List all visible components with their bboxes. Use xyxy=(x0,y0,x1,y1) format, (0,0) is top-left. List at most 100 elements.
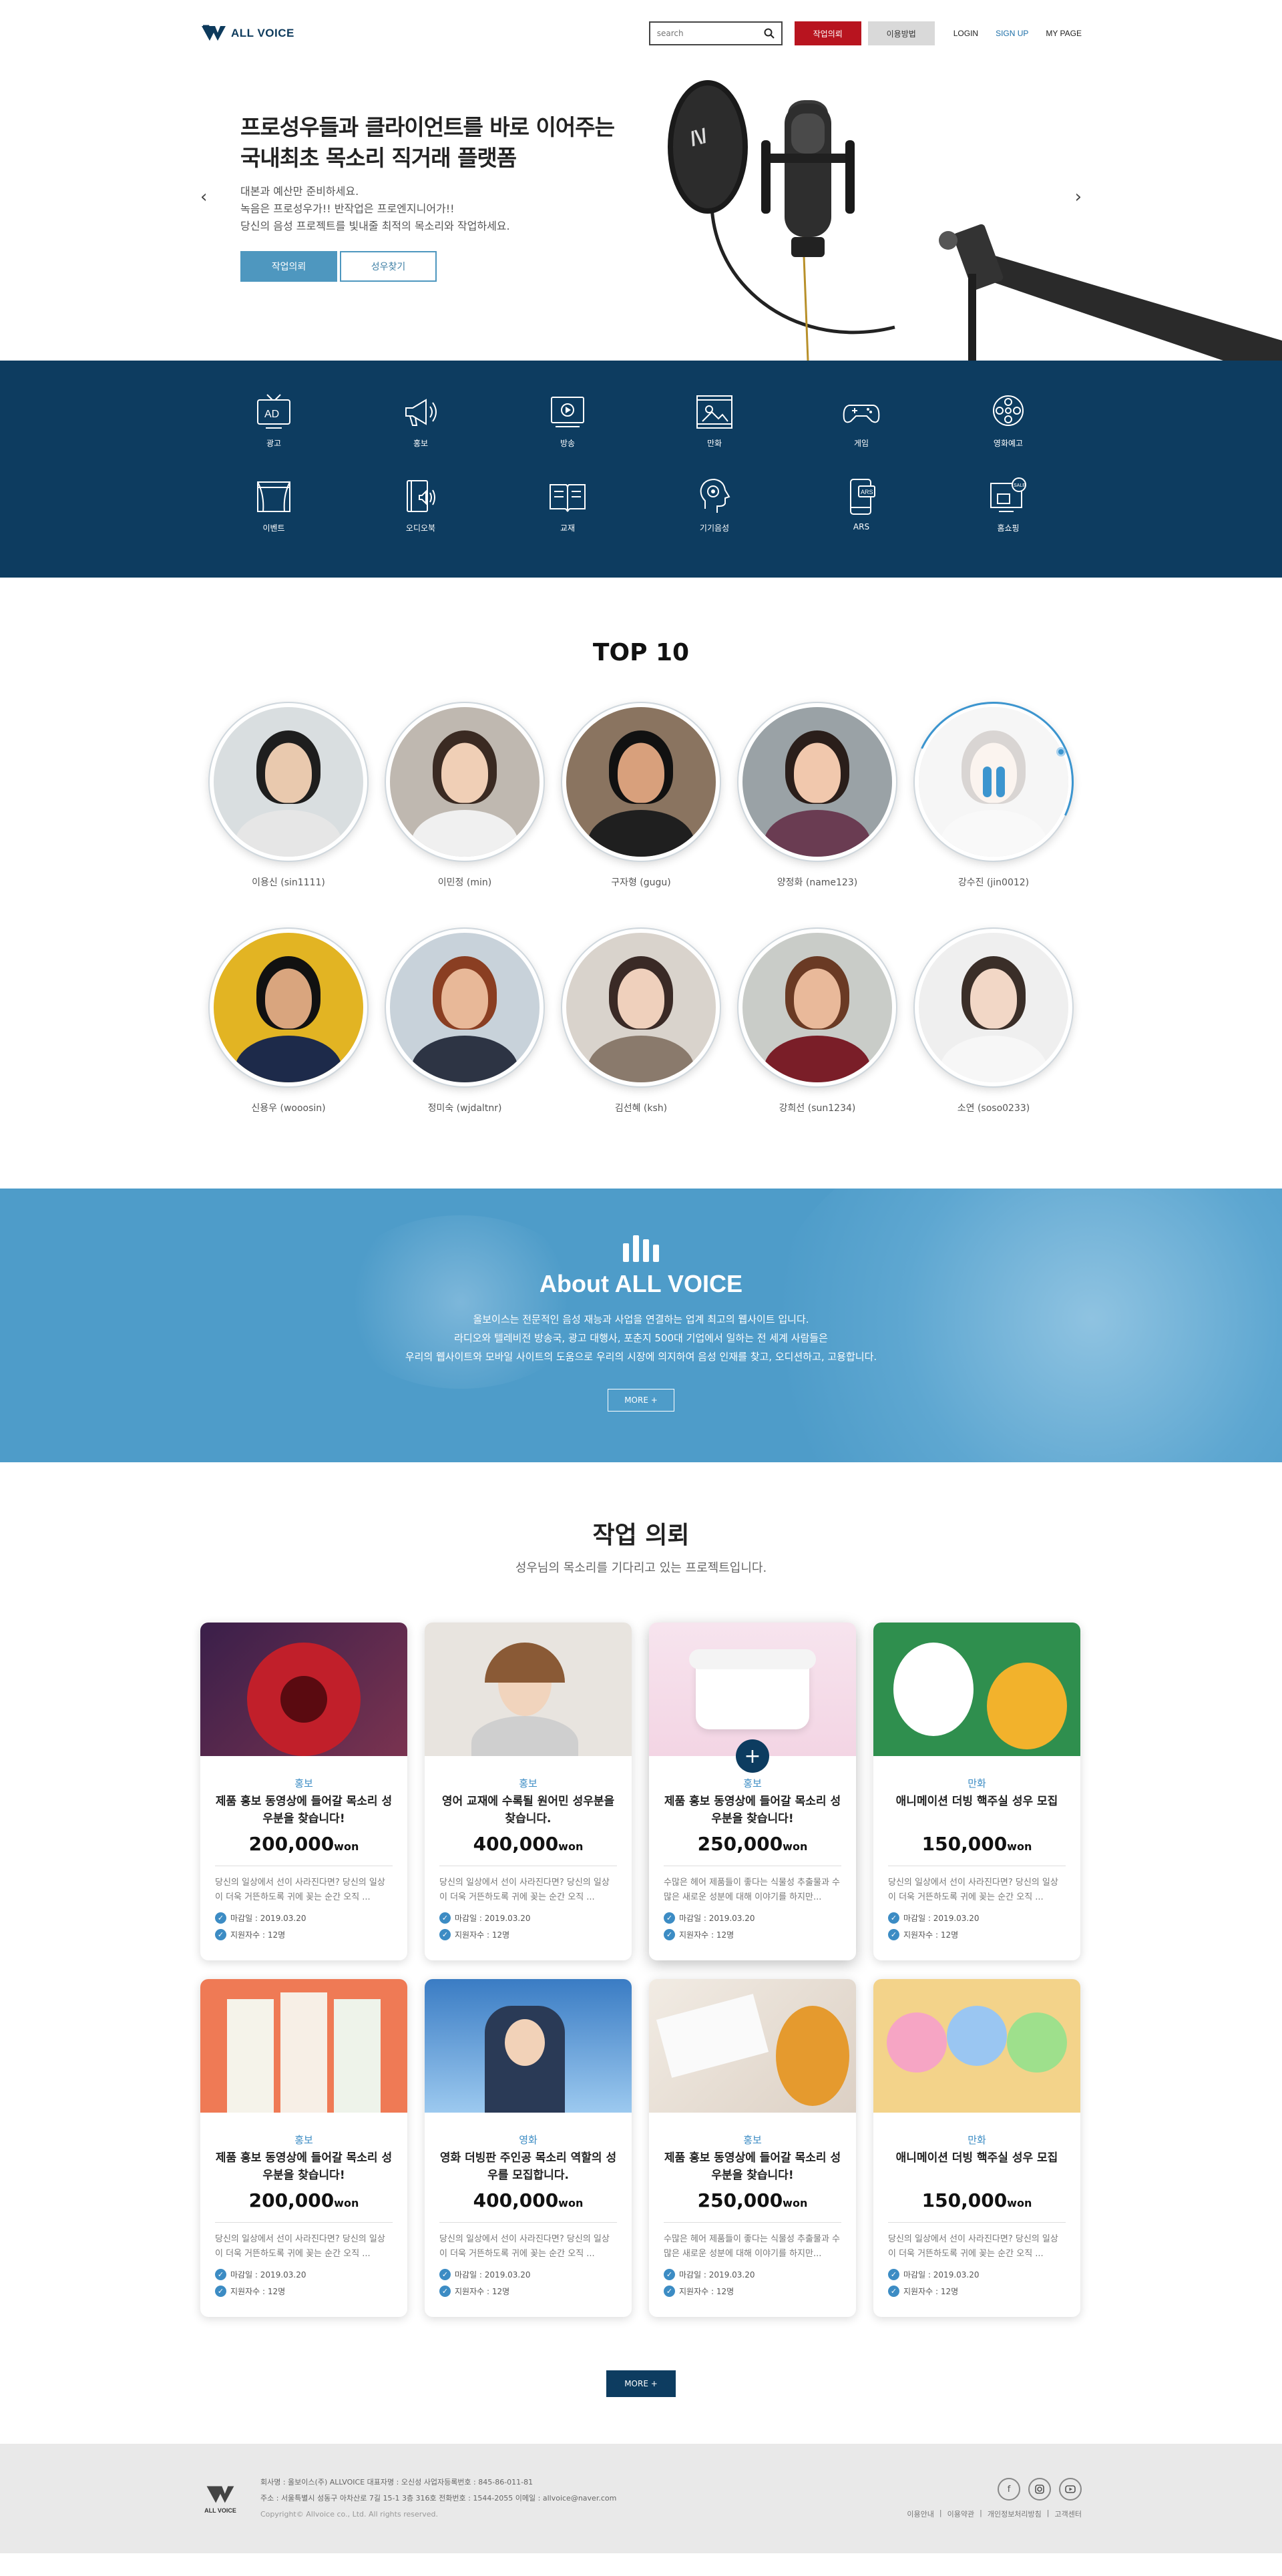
request-card[interactable]: 홍보 제품 홍보 동영상에 들어갈 목소리 성우분을 찾습니다! 200,000wo… xyxy=(200,1979,407,2317)
category-cartoon[interactable]: 만화 xyxy=(641,391,788,449)
hero-find-voice-button[interactable]: 성우찾기 xyxy=(340,251,437,282)
top10-person[interactable]: 이용신 (sin1111) xyxy=(200,703,377,889)
price-unit: won xyxy=(1007,2197,1032,2209)
card-applicants: 지원자수 : 12명 xyxy=(679,1930,734,1940)
facebook-icon[interactable]: f xyxy=(998,2478,1020,2501)
avatar[interactable] xyxy=(738,929,896,1086)
card-deadline: 마감일 : 2019.03.20 xyxy=(679,1914,755,1923)
top10-person[interactable]: 구자형 (gugu) xyxy=(553,703,729,889)
footer-link[interactable]: 개인정보처리방침 xyxy=(988,2509,1042,2519)
card-price: 250,000won xyxy=(664,2189,841,2211)
category-event[interactable]: 이벤트 xyxy=(200,475,347,533)
category-ars[interactable]: ARS ARS xyxy=(788,475,935,533)
category-ad[interactable]: AD 광고 xyxy=(200,391,347,449)
request-card[interactable]: 홍보 제품 홍보 동영상에 들어갈 목소리 성우분을 찾습니다! 250,000wo… xyxy=(649,1979,856,2317)
avatar-playing[interactable] xyxy=(891,679,1096,885)
footer-logo-mark-icon xyxy=(206,2486,234,2503)
card-thumbnail[interactable] xyxy=(425,1623,632,1756)
footer-copyright: Copyright© Allvoice co., Ltd. All rights… xyxy=(260,2510,439,2519)
request-card[interactable]: 만화 애니메이션 더빙 핵주실 성우 모집 150,000won 당신의 일상에서 선… xyxy=(873,1623,1080,1960)
request-card[interactable]: 만화 애니메이션 더빙 핵주실 성우 모집 150,000won 당신의 일상에서 선… xyxy=(873,1979,1080,2317)
top10-section: TOP 10 이용신 (sin1111) 이민정 (min) 구자형 (gugu… xyxy=(0,578,1282,1189)
card-thumbnail[interactable] xyxy=(425,1979,632,2113)
request-work-button[interactable]: 작업의뢰 xyxy=(794,21,861,45)
broadcast-icon xyxy=(551,397,584,427)
category-game[interactable]: 게임 xyxy=(788,391,935,449)
request-card[interactable]: 홍보 영어 교재에 수록될 원어민 성우분을 찾습니다. 400,000won 당신의… xyxy=(425,1623,632,1960)
mypage-link[interactable]: MY PAGE xyxy=(1046,29,1082,38)
top10-person[interactable]: 이민정 (min) xyxy=(377,703,553,889)
category-home-shopping[interactable]: SALE 홈쇼핑 xyxy=(935,475,1082,533)
category-label: 교재 xyxy=(560,523,576,533)
about-more-button[interactable]: MORE + xyxy=(608,1389,674,1412)
footer-link[interactable]: 이용약관 xyxy=(947,2509,974,2519)
footer-link[interactable]: 고객센터 xyxy=(1055,2509,1082,2519)
category-movie-trailer[interactable]: 영화예고 xyxy=(935,391,1082,449)
card-price: 150,000won xyxy=(888,2189,1066,2211)
requests-subtitle: 성우님의 목소리를 기다리고 있는 프로젝트입니다. xyxy=(515,1561,767,1575)
avatar[interactable] xyxy=(386,703,544,861)
about-line3: 우리의 웹사이트와 모바일 사이트의 도움으로 우리의 시장에 의지하여 음성 … xyxy=(405,1351,877,1363)
site-logo[interactable]: ALL VOICE xyxy=(200,23,294,43)
sound-bars-icon xyxy=(0,1235,1282,1262)
instagram-icon[interactable] xyxy=(1028,2478,1051,2501)
svg-text:AD: AD xyxy=(264,409,279,420)
check-icon: ✓ xyxy=(215,2286,226,2297)
signup-link[interactable]: SIGN UP xyxy=(996,29,1028,38)
card-thumbnail[interactable] xyxy=(873,1979,1080,2113)
category-audiobook[interactable]: 오디오북 xyxy=(347,475,494,533)
hero-request-button[interactable]: 작업의뢰 xyxy=(240,251,337,282)
card-applicants: 지원자수 : 12명 xyxy=(903,2287,959,2296)
request-card[interactable]: + 홍보 제품 홍보 동영상에 들어갈 목소리 성우분을 찾습니다! 250,000w… xyxy=(649,1623,856,1960)
avatar[interactable] xyxy=(386,929,544,1086)
footer-link[interactable]: 이용안내 xyxy=(907,2509,933,2519)
card-thumbnail[interactable] xyxy=(873,1623,1080,1756)
card-price: 400,000won xyxy=(439,2189,617,2211)
plus-icon[interactable]: + xyxy=(736,1739,769,1773)
footer-logo[interactable]: ALL VOICE xyxy=(200,2483,240,2514)
slider-next-arrow-icon[interactable]: › xyxy=(1075,187,1082,207)
top10-person[interactable]: 강수진 (jin0012) xyxy=(891,679,1096,889)
card-thumbnail[interactable] xyxy=(649,1623,856,1756)
top10-person[interactable]: 소연 (soso0233) xyxy=(905,929,1082,1114)
avatar[interactable] xyxy=(210,929,367,1086)
category-textbook[interactable]: 교재 xyxy=(494,475,641,533)
top10-person[interactable]: 강희선 (sun1234) xyxy=(729,929,905,1114)
check-icon: ✓ xyxy=(664,1929,675,1940)
price-unit: won xyxy=(783,2197,808,2209)
check-icon: ✓ xyxy=(439,1912,451,1924)
search-icon[interactable] xyxy=(764,28,775,39)
category-promo[interactable]: 홍보 xyxy=(347,391,494,449)
request-card[interactable]: 홍보 제품 홍보 동영상에 들어갈 목소리 성우분을 찾습니다! 200,000wo… xyxy=(200,1623,407,1960)
avatar[interactable] xyxy=(562,929,720,1086)
category-device-voice[interactable]: 기기음성 xyxy=(641,475,788,533)
top10-person[interactable]: 정미숙 (wjdaltnr) xyxy=(377,929,553,1114)
card-thumbnail[interactable] xyxy=(649,1979,856,2113)
card-thumbnail[interactable] xyxy=(200,1979,407,2113)
how-to-use-button[interactable]: 이용방법 xyxy=(867,21,935,45)
card-description: 당신의 일상에서 선이 사라진다면? 당신의 일상이 더욱 거뜬하도록 귀에 꽂… xyxy=(215,2222,393,2262)
playback-progress-handle[interactable] xyxy=(1056,747,1066,757)
about-line1: 올보이스는 전문적인 음성 재능과 사업을 연결하는 업계 최고의 웹사이트 입… xyxy=(473,1313,809,1325)
check-icon: ✓ xyxy=(664,2269,675,2280)
avatar[interactable] xyxy=(562,703,720,861)
top10-person[interactable]: 신용우 (wooosin) xyxy=(200,929,377,1114)
youtube-icon[interactable] xyxy=(1059,2478,1082,2501)
search-input[interactable] xyxy=(656,29,764,38)
footer-links: 이용안내 | 이용약관 | 개인정보처리방침 | 고객센터 xyxy=(907,2509,1082,2519)
category-broadcast[interactable]: 방송 xyxy=(494,391,641,449)
category-label: 게임 xyxy=(853,439,869,448)
avatar[interactable] xyxy=(210,703,367,861)
category-label: 영화예고 xyxy=(993,439,1024,448)
avatar[interactable] xyxy=(738,703,896,861)
requests-more-button[interactable]: MORE + xyxy=(606,2370,676,2397)
avatar[interactable] xyxy=(915,929,1072,1086)
top10-person[interactable]: 양정화 (name123) xyxy=(729,703,905,889)
slider-prev-arrow-icon[interactable]: ‹ xyxy=(200,187,207,207)
login-link[interactable]: LOGIN xyxy=(953,29,978,38)
top10-person[interactable]: 김선혜 (ksh) xyxy=(553,929,729,1114)
category-label: 기기음성 xyxy=(699,523,730,533)
card-thumbnail[interactable] xyxy=(200,1623,407,1756)
request-card[interactable]: 영화 영화 더빙판 주인공 목소리 역할의 성우를 모집합니다. 400,000wo… xyxy=(425,1979,632,2317)
footer-company-line: 회사명 : 올보이스(주) ALLVOICE 대표자명 : 오신성 사업자등록번… xyxy=(260,2478,533,2487)
